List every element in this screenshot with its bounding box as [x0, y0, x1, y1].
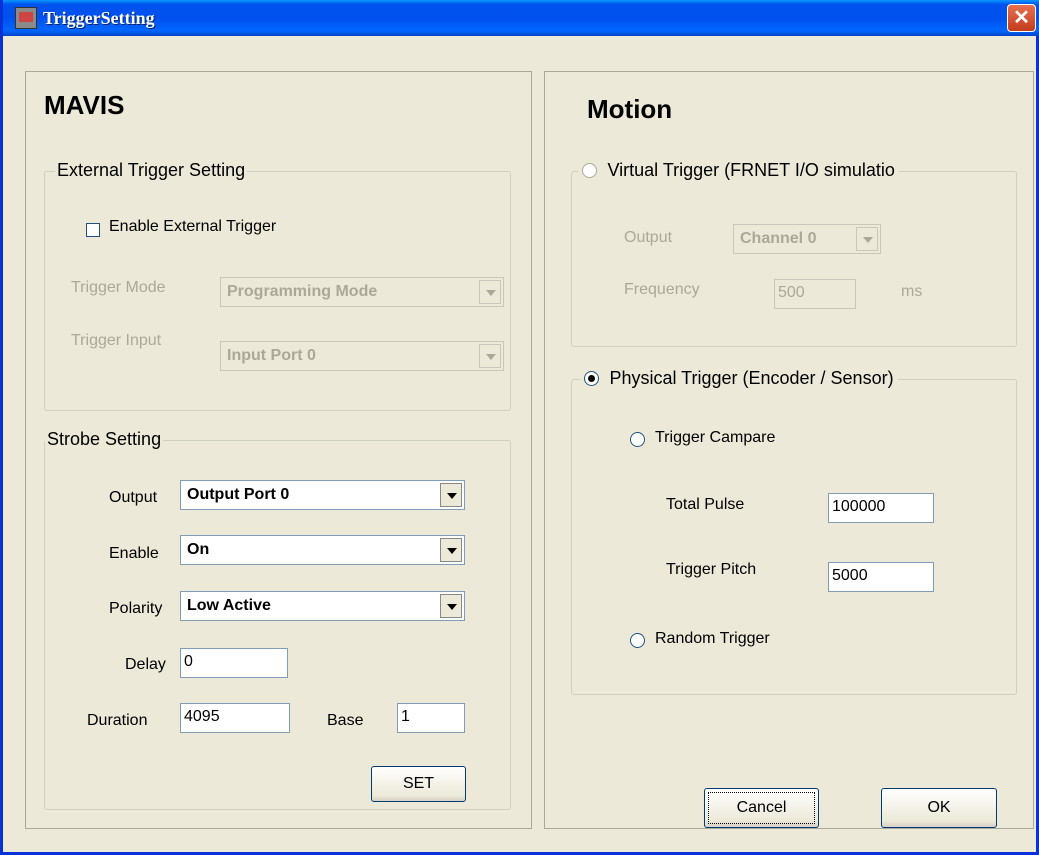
trigger-mode-label: Trigger Mode — [71, 279, 166, 296]
strobe-setting-group: Strobe Setting Output Output Port 0 Enab… — [44, 429, 511, 810]
app-icon — [15, 7, 37, 29]
motion-panel: Motion Virtual Trigger (FRNET I/O simula… — [544, 71, 1034, 829]
virtual-trigger-legend: Virtual Trigger (FRNET I/O simulatio — [607, 160, 895, 180]
close-icon: ✕ — [1013, 7, 1030, 29]
duration-label: Duration — [87, 712, 148, 729]
virtual-output-label: Output — [624, 229, 673, 246]
base-input[interactable]: 1 — [397, 703, 465, 733]
total-pulse-input[interactable]: 100000 — [828, 493, 934, 523]
chevron-down-icon — [440, 483, 462, 507]
frequency-unit: ms — [901, 283, 923, 300]
virtual-output-select[interactable]: Channel 0 — [733, 224, 881, 254]
external-trigger-group: External Trigger Setting Enable External… — [44, 160, 511, 411]
frequency-input[interactable]: 500 — [774, 279, 856, 309]
delay-input[interactable]: 0 — [180, 648, 288, 678]
trigger-pitch-label: Trigger Pitch — [666, 561, 757, 578]
strobe-enable-label: Enable — [109, 545, 159, 562]
set-button[interactable]: SET — [371, 766, 466, 802]
strobe-output-value: Output Port 0 — [187, 486, 290, 503]
motion-heading: Motion — [587, 94, 673, 124]
window-title: TriggerSetting — [43, 8, 155, 28]
title-bar: TriggerSetting ✕ — [3, 0, 1039, 36]
random-trigger-radio[interactable] — [630, 633, 645, 648]
chevron-down-icon — [479, 280, 501, 304]
chevron-down-icon — [440, 538, 462, 562]
total-pulse-label: Total Pulse — [666, 496, 745, 513]
virtual-trigger-legend-wrap: Virtual Trigger (FRNET I/O simulatio — [578, 160, 899, 181]
physical-trigger-group: Physical Trigger (Encoder / Sensor) Trig… — [571, 368, 1017, 695]
trigger-input-label: Trigger Input — [71, 332, 162, 349]
chevron-down-icon — [440, 594, 462, 618]
physical-trigger-radio[interactable] — [584, 371, 599, 386]
trigger-compare-radio[interactable] — [630, 432, 645, 447]
chevron-down-icon — [856, 227, 878, 251]
polarity-label: Polarity — [109, 600, 163, 617]
polarity-select[interactable]: Low Active — [180, 591, 465, 621]
strobe-enable-value: On — [187, 541, 210, 558]
strobe-output-select[interactable]: Output Port 0 — [180, 480, 465, 510]
physical-trigger-legend-wrap: Physical Trigger (Encoder / Sensor) — [580, 368, 898, 389]
mavis-panel: MAVIS External Trigger Setting Enable Ex… — [25, 71, 532, 829]
strobe-output-label: Output — [109, 489, 158, 506]
trigger-mode-value: Programming Mode — [227, 283, 378, 300]
strobe-enable-select[interactable]: On — [180, 535, 465, 565]
enable-external-trigger-label: Enable External Trigger — [109, 218, 277, 235]
polarity-value: Low Active — [187, 597, 271, 614]
trigger-input-value: Input Port 0 — [227, 347, 316, 364]
chevron-down-icon — [479, 344, 501, 368]
trigger-mode-select[interactable]: Programming Mode — [220, 277, 504, 307]
trigger-compare-label: Trigger Campare — [655, 429, 776, 446]
delay-label: Delay — [125, 656, 166, 673]
trigger-input-select[interactable]: Input Port 0 — [220, 341, 504, 371]
mavis-heading: MAVIS — [44, 90, 125, 120]
physical-trigger-legend: Physical Trigger (Encoder / Sensor) — [609, 368, 894, 388]
close-button[interactable]: ✕ — [1007, 4, 1036, 32]
enable-external-trigger-checkbox[interactable] — [86, 223, 100, 237]
frequency-label: Frequency — [624, 281, 700, 298]
trigger-pitch-input[interactable]: 5000 — [828, 562, 934, 592]
virtual-trigger-group: Virtual Trigger (FRNET I/O simulatio Out… — [571, 160, 1017, 347]
trigger-setting-dialog: TriggerSetting ✕ MAVIS External Trigger … — [0, 0, 1039, 855]
random-trigger-label: Random Trigger — [655, 630, 770, 647]
external-trigger-legend: External Trigger Setting — [55, 160, 248, 181]
base-label: Base — [327, 712, 364, 729]
strobe-setting-legend: Strobe Setting — [45, 429, 164, 450]
virtual-output-value: Channel 0 — [740, 230, 817, 247]
duration-input[interactable]: 4095 — [180, 703, 290, 733]
cancel-button[interactable]: Cancel — [704, 788, 819, 828]
ok-button[interactable]: OK — [881, 788, 997, 828]
virtual-trigger-radio[interactable] — [582, 163, 597, 178]
